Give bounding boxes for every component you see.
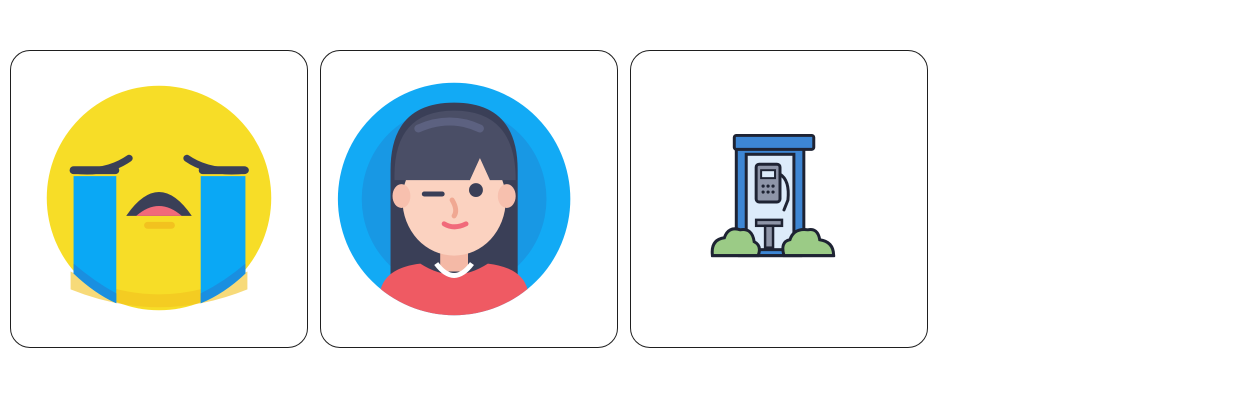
icon-gallery xyxy=(0,0,1250,400)
winking-woman-avatar-icon xyxy=(337,82,571,316)
crying-face-icon xyxy=(46,85,272,311)
icon-card-crying-face[interactable] xyxy=(10,50,308,348)
icon-card-woman-avatar[interactable] xyxy=(320,50,618,348)
icon-card-phone-booth[interactable] xyxy=(630,50,928,348)
phone-booth-icon xyxy=(710,133,836,258)
